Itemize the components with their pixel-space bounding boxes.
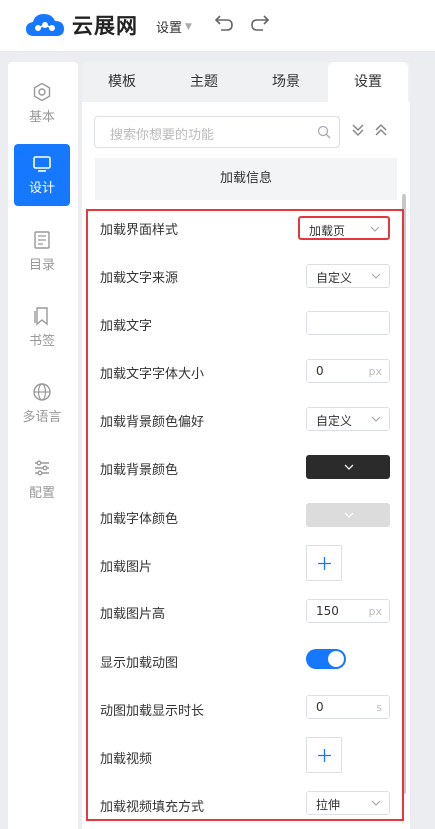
sidebar-item-label: 基本 bbox=[28, 109, 55, 125]
select-value: 加载页 bbox=[309, 224, 346, 238]
video-fill-select[interactable]: 拉伸 bbox=[306, 791, 390, 815]
sidebar-item-config[interactable]: 配置 bbox=[14, 448, 70, 510]
font-color-picker[interactable] bbox=[306, 503, 390, 527]
row-label-show-animation: 显示加载动图 bbox=[100, 656, 179, 671]
row-label-image-height: 加载图片高 bbox=[100, 607, 166, 622]
sliders-icon bbox=[35, 460, 49, 475]
row-label-animation-duration: 动图加载显示时长 bbox=[100, 704, 205, 719]
bg-color-picker[interactable] bbox=[306, 455, 390, 479]
sidebar-item-label: 配置 bbox=[28, 485, 55, 501]
logo[interactable]: 云展网 bbox=[24, 10, 138, 40]
expand-all-icon[interactable] bbox=[350, 122, 366, 138]
tab-scene[interactable]: 场景 bbox=[246, 62, 326, 102]
section-header-loading-info[interactable]: 加载信息 bbox=[95, 158, 397, 200]
row-label-bg-color: 加载背景颜色 bbox=[100, 463, 179, 478]
chevron-down-icon bbox=[371, 800, 381, 806]
select-value: 自定义 bbox=[316, 271, 353, 285]
font-size-input[interactable]: 0 px bbox=[306, 359, 390, 383]
show-animation-toggle[interactable] bbox=[306, 649, 346, 669]
sidebar-item-language[interactable]: 多语言 bbox=[14, 372, 70, 434]
monitor-icon bbox=[33, 155, 51, 172]
sidebar-item-label: 书签 bbox=[28, 333, 55, 349]
row-label-loading-video: 加载视频 bbox=[100, 752, 153, 767]
add-image-button[interactable] bbox=[306, 545, 342, 581]
row-label-font-size: 加载文字字体大小 bbox=[100, 367, 205, 382]
unit-label: s bbox=[376, 701, 382, 714]
chevron-down-icon bbox=[344, 512, 354, 518]
toggle-knob bbox=[328, 651, 344, 667]
sidebar-item-label: 目录 bbox=[28, 257, 55, 273]
plus-icon bbox=[318, 749, 331, 762]
bookmark-icon bbox=[34, 306, 48, 325]
input-value: 150 bbox=[316, 604, 339, 618]
loading-style-select[interactable]: 加载页 bbox=[298, 216, 390, 240]
document-icon bbox=[34, 230, 50, 249]
chevron-down-icon bbox=[370, 226, 380, 232]
chevron-down-icon bbox=[371, 273, 381, 279]
sidebar-item-bookmark[interactable]: 书签 bbox=[14, 296, 70, 358]
animation-duration-input[interactable]: 0 s bbox=[306, 695, 390, 719]
bg-preference-select[interactable]: 自定义 bbox=[306, 407, 390, 431]
row-label-bg-preference: 加载背景颜色偏好 bbox=[100, 415, 205, 430]
search-placeholder: 搜索你想要的功能 bbox=[110, 128, 215, 143]
settings-dropdown-label: 设置 bbox=[156, 21, 183, 36]
row-label-loading-image: 加载图片 bbox=[100, 560, 153, 575]
sidebar-item-label: 多语言 bbox=[22, 409, 62, 425]
caret-down-icon: ▼ bbox=[185, 21, 192, 32]
scrollbar[interactable] bbox=[402, 194, 406, 794]
sidebar-item-design[interactable]: 设计 bbox=[14, 144, 70, 206]
row-label-video-fill: 加载视频填充方式 bbox=[100, 800, 205, 815]
hexagon-icon bbox=[33, 82, 51, 101]
select-value: 自定义 bbox=[316, 414, 353, 428]
plus-icon bbox=[318, 557, 331, 570]
sidebar-item-basic[interactable]: 基本 bbox=[14, 72, 70, 134]
tab-bar: 模板 主题 场景 设置 bbox=[82, 62, 410, 102]
select-value: 拉伸 bbox=[316, 798, 341, 812]
chevron-down-icon bbox=[344, 464, 354, 470]
image-height-input[interactable]: 150 px bbox=[306, 599, 390, 623]
text-source-select[interactable]: 自定义 bbox=[306, 264, 390, 288]
row-label-text-source: 加载文字来源 bbox=[100, 271, 179, 286]
loading-text-input[interactable] bbox=[306, 311, 390, 335]
input-value: 0 bbox=[316, 364, 324, 378]
sidebar-item-label: 设计 bbox=[28, 180, 55, 196]
tab-template[interactable]: 模板 bbox=[82, 62, 162, 102]
settings-dropdown[interactable]: 设置 ▼ bbox=[156, 17, 192, 36]
top-bar: 云展网 设置 ▼ bbox=[0, 0, 435, 52]
search-input[interactable]: 搜索你想要的功能 bbox=[94, 116, 340, 148]
input-value: 0 bbox=[316, 700, 324, 714]
chevron-down-icon bbox=[371, 416, 381, 422]
undo-icon[interactable] bbox=[213, 12, 235, 34]
logo-text: 云展网 bbox=[72, 14, 138, 38]
left-sidebar: 基本 设计 目录 书签 多语言 配置 bbox=[8, 62, 78, 829]
unit-label: px bbox=[368, 605, 383, 618]
row-label-loading-style: 加载界面样式 bbox=[100, 223, 179, 238]
cloud-logo-icon bbox=[26, 14, 64, 36]
redo-icon[interactable] bbox=[249, 12, 271, 34]
search-icon[interactable] bbox=[317, 125, 331, 139]
sidebar-item-catalog[interactable]: 目录 bbox=[14, 220, 70, 282]
tab-theme[interactable]: 主题 bbox=[164, 62, 244, 102]
collapse-all-icon[interactable] bbox=[373, 122, 389, 138]
row-label-font-color: 加载字体颜色 bbox=[100, 512, 179, 527]
add-video-button[interactable] bbox=[306, 737, 342, 773]
row-label-loading-text: 加载文字 bbox=[100, 319, 153, 334]
globe-icon bbox=[33, 382, 51, 401]
unit-label: px bbox=[368, 365, 383, 378]
tab-settings[interactable]: 设置 bbox=[328, 62, 408, 102]
